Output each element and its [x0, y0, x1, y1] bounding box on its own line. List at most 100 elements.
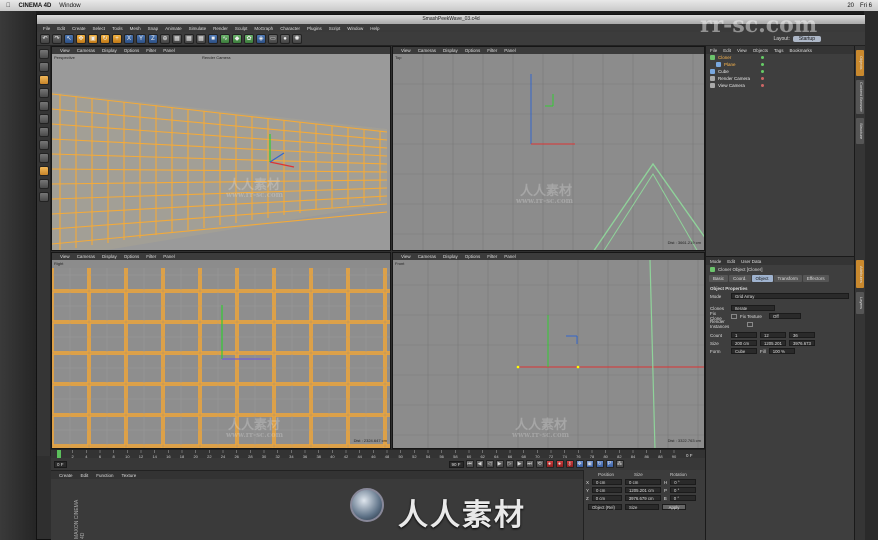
- prev-key-icon[interactable]: ◀: [475, 460, 484, 468]
- tab-coord[interactable]: Coord.: [729, 275, 751, 282]
- record-icon[interactable]: ●: [545, 460, 554, 468]
- rotate-icon[interactable]: ↻: [100, 33, 110, 44]
- vp-menu-view[interactable]: View: [401, 48, 411, 53]
- side-tab-content-browser[interactable]: Content Browser: [856, 80, 864, 114]
- side-tab-objects[interactable]: Objects: [856, 50, 864, 76]
- fill-field[interactable]: 100 %: [768, 348, 795, 354]
- play-icon[interactable]: ▶: [495, 460, 504, 468]
- rotation-h-field[interactable]: 0 °: [670, 479, 697, 485]
- point-level-icon[interactable]: ⁂: [615, 460, 624, 468]
- vp-menu-options[interactable]: Options: [465, 48, 481, 53]
- position-x-field[interactable]: 0 cm: [592, 479, 623, 485]
- menu-mograph[interactable]: MoGraph: [254, 26, 273, 31]
- size-z-field[interactable]: 3976.679 cm: [624, 495, 661, 501]
- apply-button[interactable]: Apply: [662, 504, 686, 510]
- mat-menu-texture[interactable]: Texture: [122, 473, 137, 478]
- vp-menu-filter[interactable]: Filter: [487, 48, 497, 53]
- vp-menu-display[interactable]: Display: [102, 254, 117, 259]
- tab-object[interactable]: Object: [751, 275, 773, 282]
- edges-mode-icon[interactable]: [38, 127, 49, 137]
- timeline-ruler[interactable]: 0246810121416182022242628303234363840424…: [51, 449, 705, 459]
- texture-mode-icon[interactable]: [38, 88, 49, 98]
- visibility-dot[interactable]: [761, 70, 764, 73]
- vp-menu-filter[interactable]: Filter: [487, 254, 497, 259]
- keyframe-selection-icon[interactable]: ⚷: [565, 460, 574, 468]
- size-y-field[interactable]: 1205.201 cm: [625, 487, 662, 493]
- make-editable-icon[interactable]: [38, 49, 49, 59]
- viewport-right[interactable]: View Cameras Display Options Filter Pane…: [51, 252, 391, 449]
- vp-menu-cameras[interactable]: Cameras: [77, 254, 95, 259]
- vp-menu-display[interactable]: Display: [102, 48, 117, 53]
- points-mode-icon[interactable]: [38, 114, 49, 124]
- redo-icon[interactable]: ↷: [52, 33, 62, 44]
- position-z-field[interactable]: 0 cm: [591, 495, 622, 501]
- obj-menu-objects[interactable]: Objects: [753, 48, 768, 53]
- key-position-icon[interactable]: ✥: [575, 460, 584, 468]
- viewport-top[interactable]: View Cameras Display Options Filter Pane…: [392, 46, 705, 251]
- next-key-icon[interactable]: ▶: [515, 460, 524, 468]
- light-icon[interactable]: ✺: [292, 33, 302, 44]
- render-view-icon[interactable]: ▦: [172, 33, 182, 44]
- vp-menu-options[interactable]: Options: [465, 254, 481, 259]
- prev-frame-icon[interactable]: ◁: [485, 460, 494, 468]
- menu-tools[interactable]: Tools: [112, 26, 123, 31]
- polygons-mode-icon[interactable]: [38, 140, 49, 150]
- obj-menu-view[interactable]: View: [737, 48, 747, 53]
- menu-snap[interactable]: Snap: [148, 26, 159, 31]
- size-x-field[interactable]: 0 cm: [625, 479, 662, 485]
- object-mode-icon[interactable]: [38, 75, 49, 85]
- size-z-attr[interactable]: 3976.673: [789, 340, 815, 346]
- viewport-perspective[interactable]: View Cameras Display Options Filter Pane…: [51, 46, 391, 251]
- object-row-cube[interactable]: Cube: [706, 68, 854, 75]
- rotation-b-field[interactable]: 0 °: [669, 495, 696, 501]
- attr-menu-edit[interactable]: Edit: [727, 259, 735, 264]
- vp-menu-panel[interactable]: Panel: [504, 254, 516, 259]
- count-y-field[interactable]: 12: [760, 332, 786, 338]
- menu-help[interactable]: Help: [370, 26, 379, 31]
- nurbs-icon[interactable]: ◆: [232, 33, 242, 44]
- menu-render[interactable]: Render: [213, 26, 228, 31]
- model-mode-icon[interactable]: [38, 62, 49, 72]
- apple-icon[interactable]: : [6, 3, 11, 9]
- visibility-dot[interactable]: [761, 56, 764, 59]
- menu-file[interactable]: File: [43, 26, 50, 31]
- obj-menu-edit[interactable]: Edit: [723, 48, 731, 53]
- tab-transform[interactable]: Transform: [773, 275, 802, 282]
- object-row-render-camera[interactable]: Render Camera: [706, 75, 854, 82]
- menu-simulate[interactable]: Simulate: [189, 26, 207, 31]
- array-icon[interactable]: ✿: [244, 33, 254, 44]
- size-y-attr[interactable]: 1205.201: [760, 340, 786, 346]
- menu-animate[interactable]: Animate: [165, 26, 182, 31]
- goto-end-icon[interactable]: ⏭: [525, 460, 534, 468]
- mat-menu-edit[interactable]: Edit: [81, 473, 89, 478]
- object-row-plane[interactable]: Plane: [706, 61, 854, 68]
- clones-select[interactable]: Iterate: [731, 305, 775, 311]
- position-y-field[interactable]: 0 cm: [592, 487, 623, 493]
- x-axis-icon[interactable]: X: [124, 33, 134, 44]
- lock-workplane-icon[interactable]: [38, 192, 49, 202]
- menu-sculpt[interactable]: Sculpt: [235, 26, 248, 31]
- coord-size-select[interactable]: Size: [625, 504, 659, 510]
- workplane-icon[interactable]: [38, 179, 49, 189]
- menu-select[interactable]: Select: [93, 26, 106, 31]
- axis-mode-icon[interactable]: [38, 101, 49, 111]
- vp-menu-options[interactable]: Options: [124, 254, 140, 259]
- loop-icon[interactable]: ⟲: [535, 460, 544, 468]
- object-row-cloner[interactable]: Cloner: [706, 54, 854, 61]
- goto-start-icon[interactable]: ⏮: [465, 460, 474, 468]
- menu-character[interactable]: Character: [280, 26, 300, 31]
- camera-icon[interactable]: ●: [280, 33, 290, 44]
- vp-menu-filter[interactable]: Filter: [146, 254, 156, 259]
- app-menu[interactable]: CINEMA 4D: [19, 3, 52, 9]
- menu-create[interactable]: Create: [72, 26, 86, 31]
- add-icon[interactable]: +: [112, 33, 122, 44]
- render-settings-icon[interactable]: ▦: [196, 33, 206, 44]
- scale-icon[interactable]: ▣: [88, 33, 98, 44]
- fix-clone-checkbox[interactable]: [731, 313, 737, 319]
- mac-menu-window[interactable]: Window: [59, 3, 80, 9]
- vp-menu-view[interactable]: View: [401, 254, 411, 259]
- mat-menu-create[interactable]: Create: [59, 473, 73, 478]
- vp-menu-panel[interactable]: Panel: [163, 254, 175, 259]
- rotation-p-field[interactable]: 0 °: [670, 487, 697, 493]
- key-rotation-icon[interactable]: ↻: [595, 460, 604, 468]
